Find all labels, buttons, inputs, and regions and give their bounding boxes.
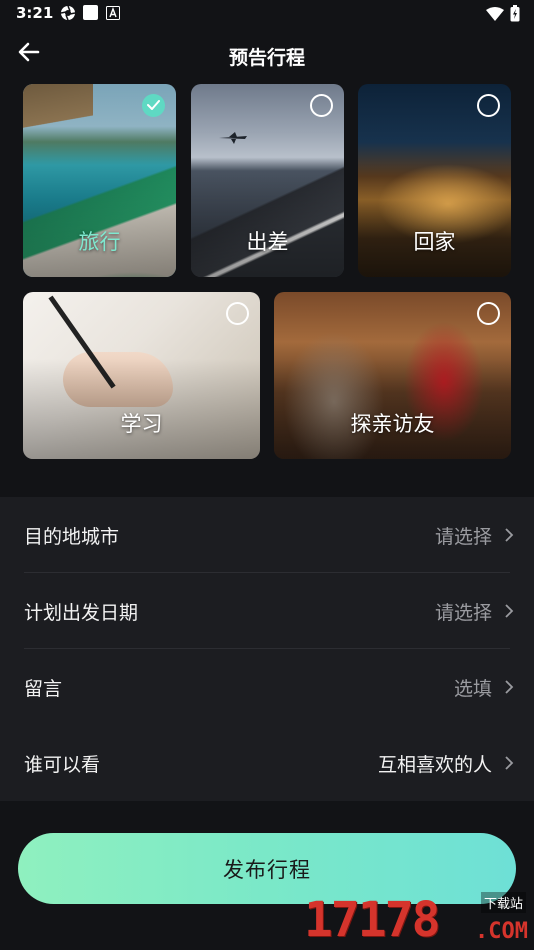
trip-card-label: 学习 bbox=[120, 412, 163, 436]
row-label: 留言 bbox=[24, 678, 63, 700]
departure-date-row[interactable]: 计划出发日期 请选择 bbox=[0, 573, 534, 649]
page-title: 预告行程 bbox=[228, 47, 305, 69]
trip-card-label: 回家 bbox=[413, 230, 456, 254]
status-icons-right bbox=[486, 5, 520, 26]
airplane-icon bbox=[219, 132, 247, 144]
screen: 3:21 预告行程 旅行 出差 回家 学习 探亲访友 目的地城市 请选择 计划出… bbox=[0, 0, 534, 950]
row-value: 选填 bbox=[453, 678, 492, 700]
chevron-right-icon bbox=[505, 604, 514, 618]
status-bar: 3:21 bbox=[0, 0, 534, 28]
battery-charging-icon bbox=[510, 5, 520, 26]
a-box-icon bbox=[106, 5, 121, 20]
trip-form-list: 目的地城市 请选择 计划出发日期 请选择 留言 选填 谁可以看 互相喜欢的人 bbox=[0, 497, 534, 801]
header: 预告行程 bbox=[0, 28, 534, 84]
trip-card-study[interactable]: 学习 bbox=[23, 292, 260, 459]
row-value: 请选择 bbox=[434, 526, 492, 548]
status-time: 3:21 bbox=[16, 4, 54, 22]
radio-unchecked-icon[interactable] bbox=[477, 302, 500, 325]
radio-unchecked-icon[interactable] bbox=[310, 94, 333, 117]
trip-card-home[interactable]: 回家 bbox=[358, 84, 511, 277]
status-icons-left bbox=[60, 5, 121, 21]
row-label: 计划出发日期 bbox=[24, 602, 139, 624]
watermark-domain: .COM bbox=[475, 919, 528, 944]
watermark-site: 下载站 bbox=[480, 892, 526, 913]
publish-button-label: 发布行程 bbox=[223, 857, 311, 882]
watermark-logo: 17178 .COM 下载站 bbox=[304, 892, 532, 948]
wifi-icon bbox=[486, 6, 504, 25]
trip-card-label: 探亲访友 bbox=[350, 412, 435, 436]
radio-unchecked-icon[interactable] bbox=[226, 302, 249, 325]
row-value: 请选择 bbox=[434, 602, 492, 624]
chevron-right-icon bbox=[505, 528, 514, 542]
trip-card-business[interactable]: 出差 bbox=[191, 84, 344, 277]
trip-card-travel[interactable]: 旅行 bbox=[23, 84, 176, 277]
trip-card-visit[interactable]: 探亲访友 bbox=[274, 292, 511, 459]
destination-city-row[interactable]: 目的地城市 请选择 bbox=[0, 497, 534, 573]
row-label: 目的地城市 bbox=[24, 526, 120, 548]
radio-checked-icon[interactable] bbox=[142, 94, 165, 117]
square-icon bbox=[83, 5, 98, 20]
visibility-row[interactable]: 谁可以看 互相喜欢的人 bbox=[0, 725, 534, 801]
row-label: 谁可以看 bbox=[24, 754, 101, 776]
chevron-right-icon bbox=[505, 680, 514, 694]
trip-card-label: 旅行 bbox=[78, 230, 121, 254]
watermark-number: 17178 bbox=[304, 892, 440, 948]
row-value: 互相喜欢的人 bbox=[377, 754, 492, 776]
radio-unchecked-icon[interactable] bbox=[477, 94, 500, 117]
message-row[interactable]: 留言 选填 bbox=[0, 649, 534, 725]
aperture-icon bbox=[60, 5, 76, 21]
chevron-right-icon bbox=[505, 756, 514, 770]
trip-card-label: 出差 bbox=[246, 230, 289, 254]
